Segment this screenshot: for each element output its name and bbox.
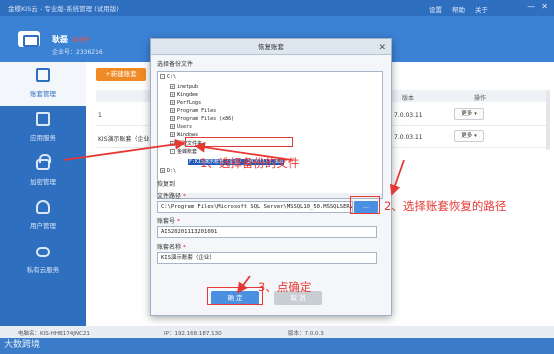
arrow-step2 — [389, 159, 405, 196]
annotation-step1: 1、选择备份的文件 — [200, 156, 300, 170]
annotation-step2: 2、选择账套恢复的路径 — [384, 199, 507, 213]
annotation-step3: 3、点确定 — [258, 280, 312, 294]
annotation-arrows — [63, 138, 405, 294]
arrow-to-backup-file — [63, 138, 186, 161]
arrow-step3 — [236, 275, 251, 294]
